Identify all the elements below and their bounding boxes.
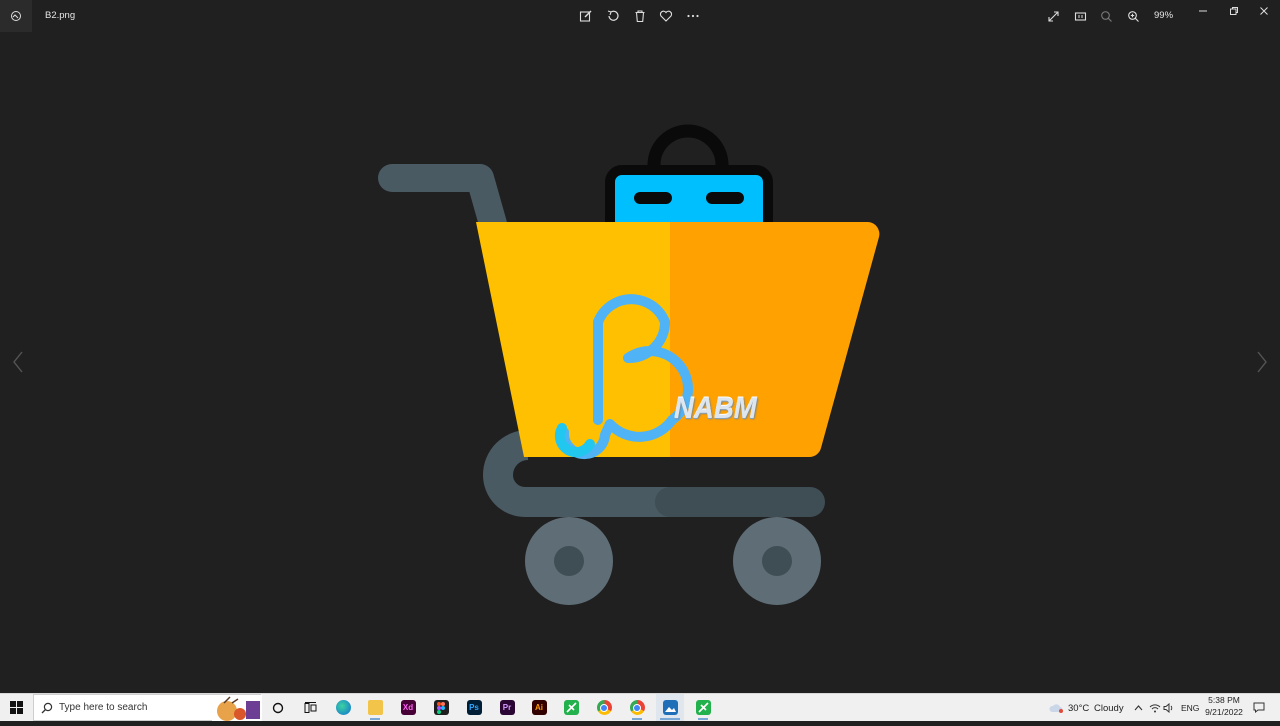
taskbar-app-green-2[interactable]: [694, 694, 712, 721]
green-app-icon: [563, 700, 579, 715]
adobe-xd-icon: Xd: [400, 700, 416, 715]
taskbar-app-photos[interactable]: [656, 694, 684, 721]
favorite-icon[interactable]: [657, 7, 675, 25]
figma-icon: [433, 700, 449, 715]
fullscreen-icon[interactable]: [1044, 7, 1062, 25]
chrome-icon: [596, 700, 612, 715]
taskbar-app-chrome[interactable]: [595, 694, 613, 721]
taskbar-search-box[interactable]: Type here to search: [33, 694, 262, 721]
search-highlight-illustration: [212, 695, 262, 726]
photos-icon: [662, 700, 678, 715]
green-app-icon: [695, 700, 711, 715]
logo-text: NABM: [674, 392, 757, 425]
task-view-icon[interactable]: [300, 694, 320, 721]
language-indicator[interactable]: ENG: [1181, 703, 1199, 713]
illustrator-icon: Ai: [531, 700, 547, 715]
folder-icon: [367, 700, 383, 715]
taskbar-app-figma[interactable]: [432, 694, 450, 721]
edge-icon: [335, 700, 351, 715]
taskbar-app-green-1[interactable]: [562, 694, 580, 721]
windows-taskbar: Type here to search Xd Ps Pr Ai 30°C Clo…: [0, 693, 1280, 721]
shopping-cart-logo-image: [378, 124, 880, 605]
weather-temperature[interactable]: 30°C: [1068, 703, 1089, 714]
clock-time: 5:38 PM: [1208, 695, 1240, 705]
taskbar-app-premiere[interactable]: Pr: [498, 694, 516, 721]
minimize-icon[interactable]: [1191, 3, 1215, 19]
restore-icon[interactable]: [1222, 3, 1246, 19]
taskbar-app-file-explorer[interactable]: [366, 694, 384, 721]
premiere-icon: Pr: [499, 700, 515, 715]
chrome-profile-icon: [629, 700, 645, 715]
cart-basket-left: [476, 222, 670, 457]
volume-icon[interactable]: [1162, 694, 1176, 721]
taskbar-app-adobe-xd[interactable]: Xd: [399, 694, 417, 721]
start-button[interactable]: [0, 694, 32, 721]
cart-handle: [378, 164, 507, 238]
taskbar-app-chrome-2[interactable]: [628, 694, 646, 721]
close-icon[interactable]: [1252, 3, 1276, 19]
weather-condition[interactable]: Cloudy: [1094, 703, 1124, 714]
photoshop-icon: Ps: [466, 700, 482, 715]
photos-app-icon[interactable]: [0, 0, 32, 32]
search-icon: [41, 701, 53, 719]
next-arrow-icon[interactable]: [1254, 348, 1270, 376]
search-placeholder: Type here to search: [59, 702, 148, 713]
more-icon[interactable]: [684, 7, 702, 25]
title-bar: B2.png 99%: [0, 0, 1280, 32]
clock-date: 9/21/2022: [1205, 706, 1243, 717]
taskbar-app-edge[interactable]: [334, 694, 352, 721]
taskbar-app-illustrator[interactable]: Ai: [530, 694, 548, 721]
taskbar-clock[interactable]: 5:38 PM 9/21/2022: [1200, 695, 1248, 718]
previous-arrow-icon[interactable]: [10, 348, 26, 376]
zoom-out-icon[interactable]: [1097, 7, 1115, 25]
file-name: B2.png: [45, 10, 76, 21]
notification-center-icon[interactable]: [1250, 694, 1268, 721]
network-icon[interactable]: [1148, 694, 1162, 721]
taskbar-app-photoshop[interactable]: Ps: [465, 694, 483, 721]
rotate-icon[interactable]: [604, 7, 622, 25]
zoom-in-icon[interactable]: [1124, 7, 1142, 25]
actual-size-icon[interactable]: [1071, 7, 1089, 25]
edit-icon[interactable]: [577, 7, 595, 25]
cortana-icon[interactable]: [268, 694, 288, 721]
zoom-level[interactable]: 99%: [1154, 10, 1173, 21]
show-hidden-icons-chevron-icon[interactable]: [1131, 694, 1145, 721]
weather-icon[interactable]: [1046, 694, 1066, 721]
delete-icon[interactable]: [631, 7, 649, 25]
